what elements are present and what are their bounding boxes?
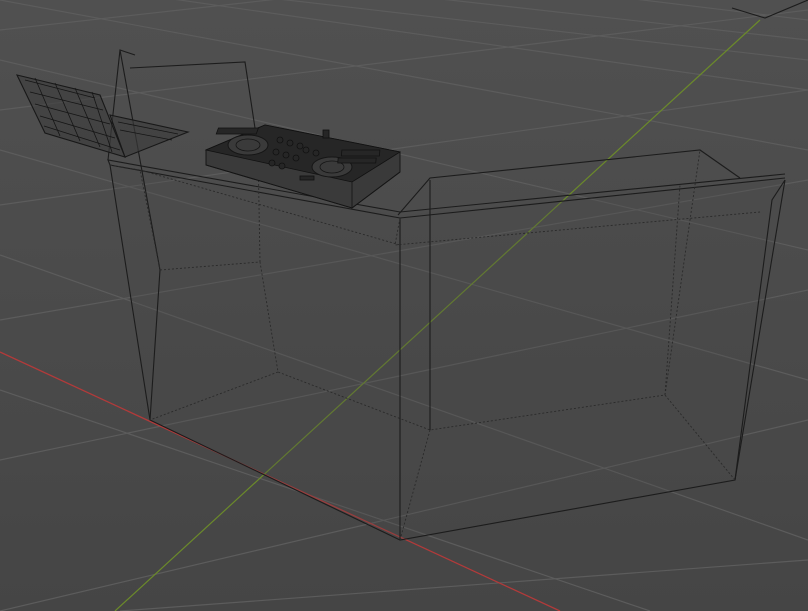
3d-viewport[interactable]: [0, 0, 808, 611]
fader-knob[interactable]: [322, 129, 330, 139]
dj-booth[interactable]: [107, 49, 786, 541]
laptop[interactable]: [15, 74, 190, 158]
left-jog-wheel[interactable]: [227, 134, 269, 156]
viewport-canvas[interactable]: [0, 0, 808, 611]
crossfader[interactable]: [299, 175, 315, 181]
